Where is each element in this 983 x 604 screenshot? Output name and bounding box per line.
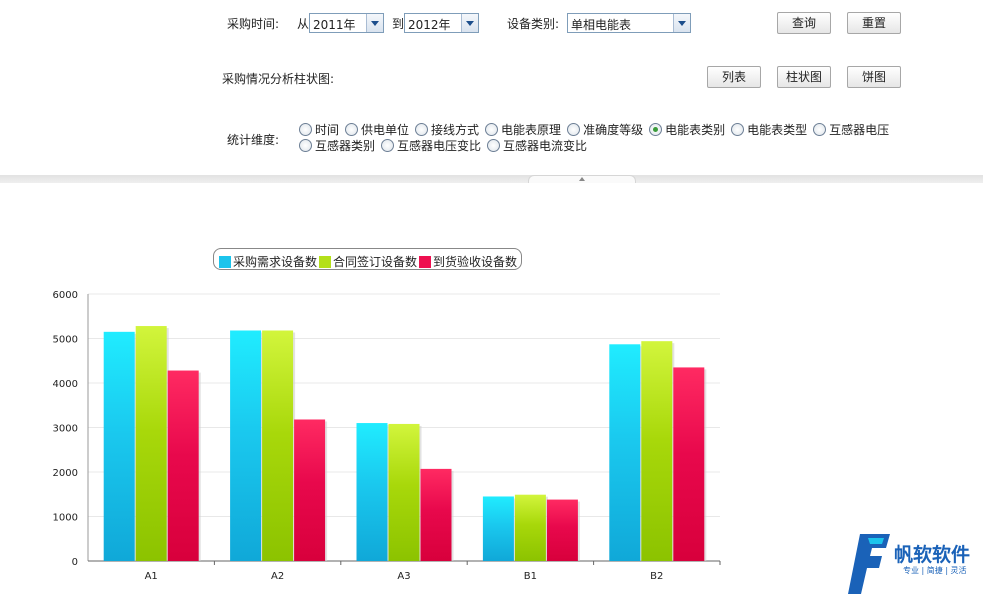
x-tick-label: A2 xyxy=(271,571,284,582)
bar-chart: 0 1000 2000 3000 4000 5000 6000 A1 A2 A3 B1 B2 xyxy=(53,290,721,582)
x-tick-label: A1 xyxy=(145,571,158,582)
x-tick-label: B1 xyxy=(524,571,537,582)
y-tick-label: 4000 xyxy=(53,379,78,390)
bar xyxy=(514,494,546,561)
bar xyxy=(103,331,135,561)
brand-tagline: 专业 | 简捷 | 灵活 xyxy=(903,566,967,575)
bar xyxy=(673,367,705,561)
y-tick-label: 1000 xyxy=(53,513,78,524)
bar xyxy=(230,330,262,561)
y-tick-label: 5000 xyxy=(53,335,78,346)
bar xyxy=(388,423,420,561)
bar xyxy=(356,423,388,561)
bar xyxy=(420,468,452,561)
bar xyxy=(262,330,294,561)
y-tick-label: 0 xyxy=(72,557,78,568)
x-tick-label: A3 xyxy=(397,571,410,582)
y-tick-label: 6000 xyxy=(53,290,78,301)
bar xyxy=(609,344,641,561)
bar xyxy=(546,499,578,561)
bar xyxy=(167,370,199,561)
y-tick-label: 2000 xyxy=(53,468,78,479)
logo-icon xyxy=(848,534,890,594)
bar xyxy=(482,496,514,561)
bar xyxy=(294,419,326,561)
x-tick-label: B2 xyxy=(650,571,663,582)
y-tick-label: 3000 xyxy=(53,424,78,435)
brand-name: 帆软软件 xyxy=(894,544,971,566)
bar xyxy=(641,341,673,561)
bar xyxy=(135,326,167,561)
